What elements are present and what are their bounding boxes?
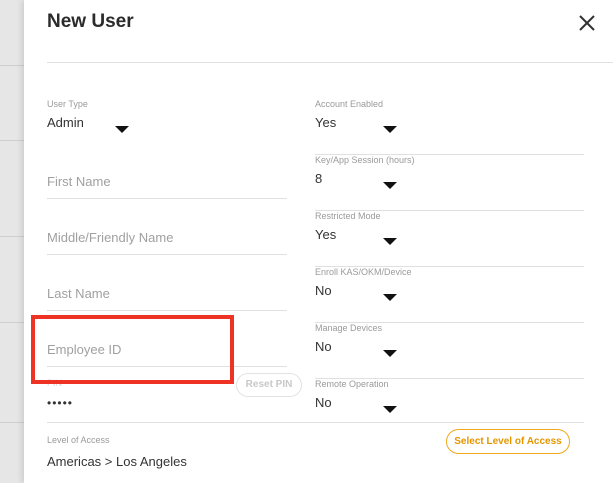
background-divider (0, 236, 24, 237)
enroll-select[interactable]: Enroll KAS/OKM/Device No (315, 267, 584, 323)
restricted-mode-value: Yes (315, 227, 337, 242)
user-type-value: Admin (47, 115, 84, 130)
remote-operation-select[interactable]: Remote Operation No (315, 379, 584, 435)
account-enabled-select[interactable]: Account Enabled Yes (315, 99, 584, 155)
select-level-of-access-button[interactable]: Select Level of Access (446, 429, 570, 454)
enroll-label: Enroll KAS/OKM/Device (315, 267, 412, 277)
pin-field[interactable]: PIN ••••• (47, 378, 227, 434)
level-of-access-field: Level of Access Americas > Los Angeles (47, 435, 427, 483)
chevron-down-icon (383, 238, 397, 245)
account-enabled-label: Account Enabled (315, 99, 384, 109)
chevron-down-icon (383, 350, 397, 357)
session-hours-select[interactable]: Key/App Session (hours) 8 (315, 155, 584, 211)
user-type-label: User Type (47, 99, 88, 109)
background-divider (0, 140, 24, 141)
background-divider (0, 322, 24, 323)
account-enabled-value: Yes (315, 115, 337, 130)
restricted-mode-select[interactable]: Restricted Mode Yes (315, 211, 584, 267)
chevron-down-icon (383, 182, 397, 189)
session-hours-value: 8 (315, 171, 323, 186)
middle-name-field[interactable]: Middle/Friendly Name (47, 199, 287, 255)
chevron-down-icon (383, 126, 397, 133)
chevron-down-icon (115, 126, 129, 133)
background-divider (0, 422, 24, 423)
level-of-access-value: Americas > Los Angeles (47, 454, 187, 469)
restricted-mode-label: Restricted Mode (315, 211, 381, 221)
new-user-dialog: New User User Type Admin First Name Midd… (24, 0, 613, 483)
remote-operation-label: Remote Operation (315, 379, 389, 389)
highlight-box (31, 315, 234, 384)
manage-devices-value: No (315, 339, 332, 354)
first-name-placeholder: First Name (47, 174, 111, 189)
middle-name-placeholder: Middle/Friendly Name (47, 230, 174, 245)
enroll-value: No (315, 283, 332, 298)
chevron-down-icon (383, 406, 397, 413)
session-hours-label: Key/App Session (hours) (315, 155, 415, 165)
background-page (0, 0, 24, 483)
close-icon[interactable] (576, 12, 598, 34)
chevron-down-icon (383, 294, 397, 301)
level-of-access-label: Level of Access (47, 435, 110, 445)
remote-operation-value: No (315, 395, 332, 410)
header-divider (47, 62, 613, 63)
reset-pin-button[interactable]: Reset PIN (236, 373, 302, 397)
manage-devices-label: Manage Devices (315, 323, 383, 333)
dialog-title: New User (47, 11, 134, 32)
section-divider (47, 422, 584, 423)
pin-value: ••••• (47, 396, 74, 410)
background-divider (0, 65, 24, 66)
manage-devices-select[interactable]: Manage Devices No (315, 323, 584, 379)
last-name-field[interactable]: Last Name (47, 255, 287, 311)
last-name-placeholder: Last Name (47, 286, 110, 301)
first-name-field[interactable]: First Name (47, 143, 287, 199)
